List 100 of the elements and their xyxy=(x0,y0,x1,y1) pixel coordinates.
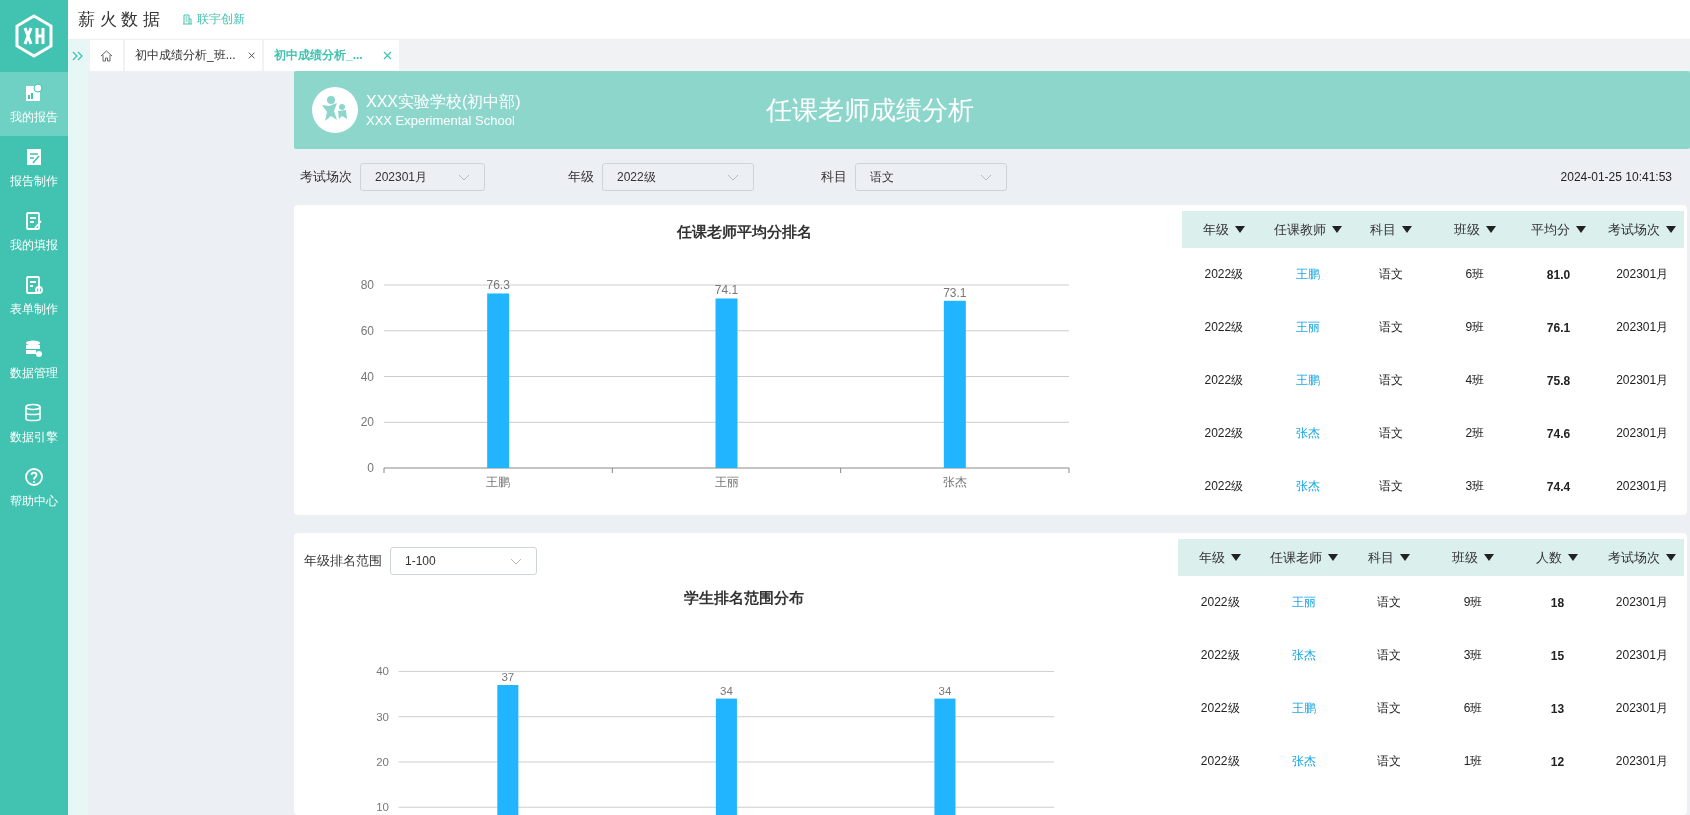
column-header[interactable]: 任课老师 xyxy=(1262,548,1347,567)
column-header[interactable]: 年级 xyxy=(1182,220,1266,239)
table-cell: 2022级 xyxy=(1204,425,1244,442)
help-icon xyxy=(24,466,44,487)
table-cell: 语文 xyxy=(1376,753,1401,770)
sidebar-item[interactable]: 数据管理 xyxy=(0,328,68,392)
sidebar-item[interactable]: 报告制作 xyxy=(0,136,68,200)
table-cell: 4班 xyxy=(1465,372,1485,389)
filter-label: 科目 xyxy=(821,168,847,186)
y-tick-label: 30 xyxy=(376,710,389,723)
table-cell: 202301月 xyxy=(1615,700,1668,717)
sort-caret-icon xyxy=(1331,226,1342,233)
column-header[interactable]: 年级 xyxy=(1178,548,1263,567)
filter-dropdown[interactable]: 202301月 xyxy=(360,163,485,191)
table-cell: 76.1 xyxy=(1546,320,1571,335)
teacher-link[interactable]: 王鹏 xyxy=(1292,700,1317,717)
x-category-label: 王鹏 xyxy=(486,475,511,489)
table-cell: 语文 xyxy=(1379,478,1404,495)
table-cell: 9班 xyxy=(1463,594,1483,611)
filter-dropdown[interactable]: 2022级 xyxy=(602,163,754,191)
table-cell: 语文 xyxy=(1379,266,1404,283)
chevron-down-icon xyxy=(727,173,739,181)
sort-caret-icon xyxy=(1234,226,1245,233)
column-header[interactable]: 班级 xyxy=(1433,220,1517,239)
table-cell: 语文 xyxy=(1379,319,1404,336)
chart-document-icon xyxy=(24,82,44,103)
sidebar-item[interactable]: 数据引擎 xyxy=(0,392,68,456)
bar-value-label: 37 xyxy=(501,671,515,684)
sidebar-item[interactable]: 帮助中心 xyxy=(0,456,68,520)
table-cell: 202301月 xyxy=(1616,425,1669,442)
table-cell: 18 xyxy=(1550,595,1565,610)
home-tab[interactable] xyxy=(90,40,123,71)
y-tick-label: 20 xyxy=(376,755,389,768)
table-cell: 202301月 xyxy=(1615,594,1668,611)
sort-caret-icon xyxy=(1568,554,1579,561)
school-logo-icon xyxy=(312,87,358,133)
logo-icon xyxy=(14,14,54,58)
teacher-link[interactable]: 张杰 xyxy=(1292,753,1317,770)
column-header[interactable]: 考试场次 xyxy=(1599,548,1684,567)
column-header[interactable]: 平均分 xyxy=(1516,220,1601,239)
sort-caret-icon xyxy=(1485,226,1496,233)
column-header[interactable]: 考试场次 xyxy=(1600,220,1685,239)
tab[interactable]: 初中成绩分析_班... xyxy=(125,40,262,71)
table-cell: 74.4 xyxy=(1546,479,1571,494)
teacher-link[interactable]: 张杰 xyxy=(1292,647,1317,664)
database-gear-icon xyxy=(24,338,44,359)
sort-caret-icon xyxy=(1576,226,1586,233)
document-gear-icon xyxy=(24,274,44,295)
sidebar-item[interactable]: 表单制作 xyxy=(0,264,68,328)
table-cell: 2022级 xyxy=(1200,594,1240,611)
sidebar-item[interactable]: 我的填报 xyxy=(0,200,68,264)
table-cell: 202301月 xyxy=(1615,647,1668,664)
filter-label: 年级排名范围 xyxy=(304,552,382,570)
table-cell: 202301月 xyxy=(1616,266,1669,283)
teacher-link[interactable]: 王鹏 xyxy=(1295,266,1320,283)
column-header[interactable]: 任课教师 xyxy=(1265,220,1350,239)
table-cell: 语文 xyxy=(1379,372,1404,389)
chevron-down-icon xyxy=(980,173,992,181)
sidebar-item[interactable]: 我的报告 xyxy=(0,72,68,136)
table-cell: 2班 xyxy=(1465,425,1485,442)
chart-title: 学生排名范围分布 xyxy=(683,589,804,608)
teacher-link[interactable]: 王丽 xyxy=(1295,319,1320,336)
timestamp: 2024-01-25 10:41:53 xyxy=(1560,170,1672,184)
filter-dropdown[interactable]: 1-100 xyxy=(390,547,537,575)
close-icon[interactable] xyxy=(247,51,255,60)
table-cell: 74.6 xyxy=(1546,426,1571,441)
table-cell: 12 xyxy=(1550,754,1565,769)
chevron-down-icon xyxy=(458,173,470,181)
close-icon[interactable] xyxy=(383,51,392,60)
y-tick-label: 40 xyxy=(360,369,374,384)
column-header[interactable]: 科目 xyxy=(1346,548,1431,567)
bar-value-label: 34 xyxy=(938,684,952,697)
y-tick-label: 40 xyxy=(376,665,389,678)
teacher-link[interactable]: 张杰 xyxy=(1295,425,1320,442)
document-pen-icon xyxy=(24,146,44,167)
sort-caret-icon xyxy=(1665,554,1676,561)
table-cell: 202301月 xyxy=(1616,478,1669,495)
column-header[interactable]: 班级 xyxy=(1431,548,1516,567)
chevron-down-icon xyxy=(510,557,522,565)
tab[interactable]: 初中成绩分析_... xyxy=(264,40,399,71)
table-cell: 15 xyxy=(1550,648,1565,663)
teacher-link[interactable]: 王鹏 xyxy=(1295,372,1320,389)
bar-value-label: 73.1 xyxy=(943,285,967,300)
expand-button[interactable] xyxy=(68,40,88,71)
brand-link[interactable]: 联宇创新 xyxy=(182,11,246,28)
teacher-link[interactable]: 王丽 xyxy=(1292,594,1317,611)
table-cell: 2022级 xyxy=(1204,478,1244,495)
y-tick-label: 80 xyxy=(360,278,374,292)
teacher-link[interactable]: 张杰 xyxy=(1295,478,1320,495)
table-cell: 9班 xyxy=(1465,319,1485,336)
column-header[interactable]: 人数 xyxy=(1515,548,1600,567)
table-cell: 语文 xyxy=(1376,700,1401,717)
table-cell: 6班 xyxy=(1463,700,1483,717)
report-title: 任课老师成绩分析 xyxy=(766,93,974,127)
database-icon xyxy=(24,402,44,423)
filter-dropdown[interactable]: 语文 xyxy=(855,163,1007,191)
table-cell: 2022级 xyxy=(1204,319,1244,336)
column-header[interactable]: 科目 xyxy=(1349,220,1433,239)
table-cell: 202301月 xyxy=(1615,753,1668,770)
table-cell: 1班 xyxy=(1463,753,1483,770)
